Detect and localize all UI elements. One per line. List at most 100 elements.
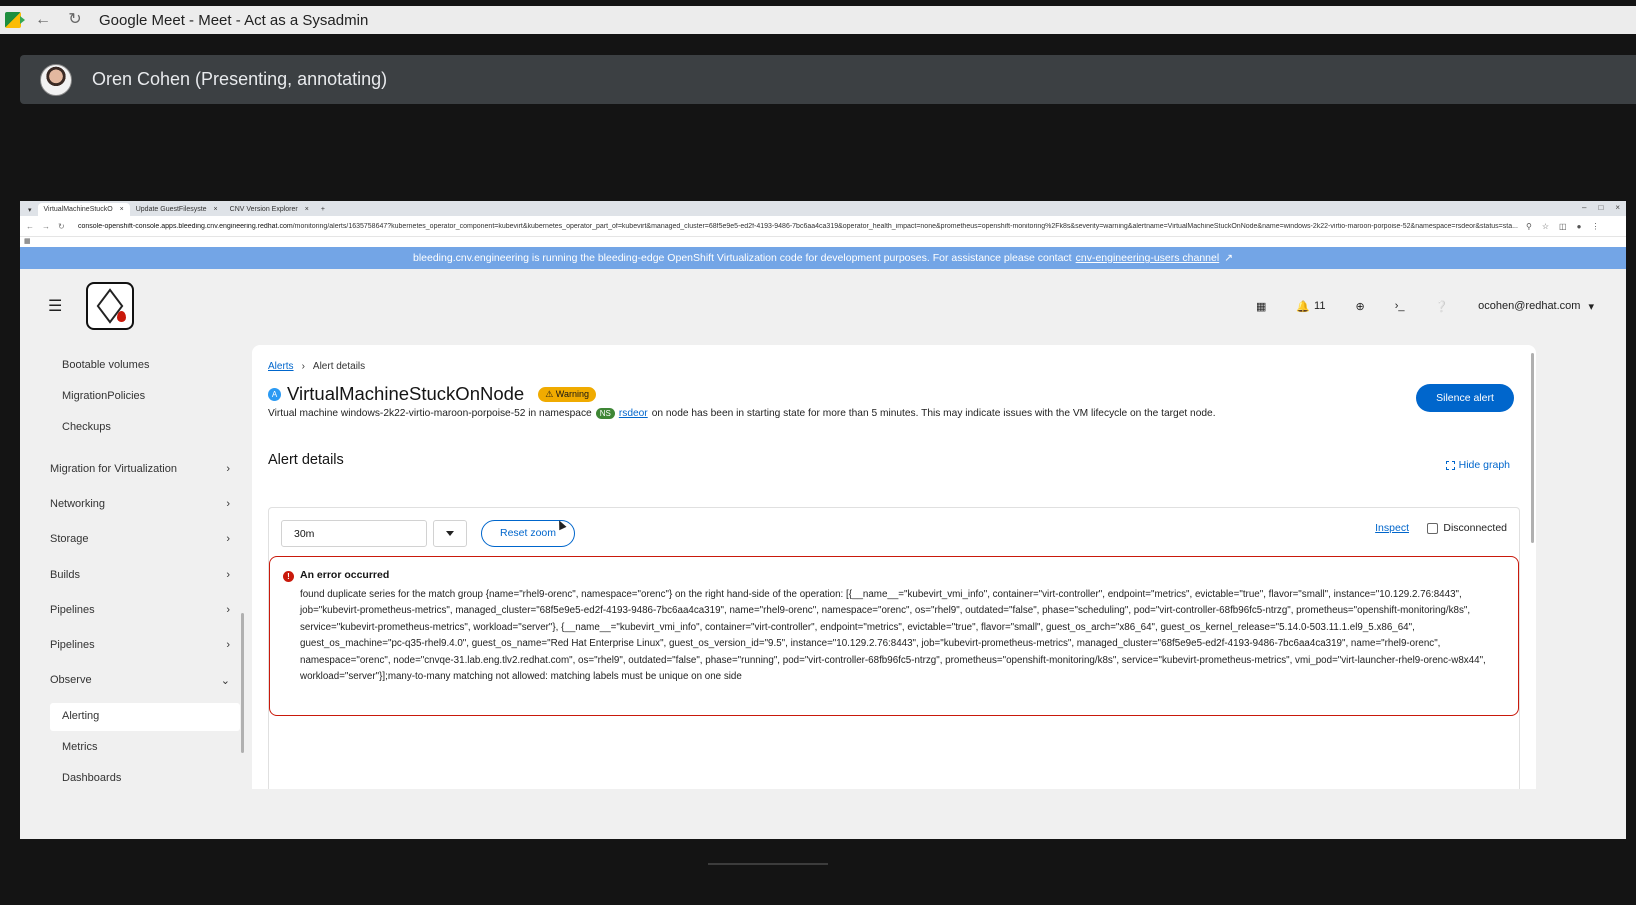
google-meet-logo-icon xyxy=(5,12,25,28)
chevron-right-icon: › xyxy=(301,361,305,372)
chevron-right-icon: › xyxy=(226,639,230,651)
namespace-link[interactable]: rsdeor xyxy=(619,408,648,419)
minimize-icon[interactable]: – xyxy=(1582,203,1586,212)
inspect-link[interactable]: Inspect xyxy=(1375,522,1409,534)
maximize-icon[interactable]: □ xyxy=(1598,203,1603,212)
bottom-indicator xyxy=(708,863,828,865)
reload-icon[interactable]: ↻ xyxy=(58,222,68,231)
sidebar-group-networking[interactable]: Networking › xyxy=(50,498,230,510)
tab-label: VirtualMachineStuckO xyxy=(43,206,113,213)
chevron-down-icon: ⌄ xyxy=(220,675,230,687)
app-logo[interactable] xyxy=(86,282,135,330)
sidebar-item-metrics[interactable]: Metrics xyxy=(62,741,97,753)
desc-text: on node has been in starting state for m… xyxy=(651,408,1216,419)
group-label: Storage xyxy=(50,533,89,545)
breadcrumb-alerts-link[interactable]: Alerts xyxy=(268,361,294,372)
tab-dropdown-icon[interactable]: ▾ xyxy=(22,203,38,216)
caret-down-icon: ▾ xyxy=(1588,300,1594,313)
notification-count: 11 xyxy=(1314,300,1326,312)
back-arrow-icon[interactable]: ← xyxy=(33,10,53,30)
close-icon[interactable]: × xyxy=(214,206,218,213)
sidebar-group-pipelines[interactable]: Pipelines › xyxy=(50,639,230,651)
time-span-input[interactable]: 30m xyxy=(281,520,427,547)
bookmark-star-icon[interactable]: ☆ xyxy=(1542,222,1549,231)
presenter-bar: Oren Cohen (Presenting, annotating) xyxy=(20,55,1636,104)
content-scrollbar[interactable] xyxy=(1531,353,1534,543)
external-link-icon: ↗ xyxy=(1224,252,1234,264)
browser-tab[interactable]: CNV Version Explorer × xyxy=(224,203,315,216)
extensions-icon[interactable]: ◫ xyxy=(1559,222,1567,231)
window-controls: – □ × xyxy=(1582,203,1620,212)
notifications-button[interactable]: 🔔 11 xyxy=(1296,300,1325,313)
alert-details-page: Alerts › Alert details A VirtualMachineS… xyxy=(252,345,1536,789)
browser-tab[interactable]: VirtualMachineStuckO × xyxy=(37,203,130,216)
terminal-icon[interactable]: ›_ xyxy=(1395,300,1405,312)
apps-icon[interactable]: ▦ xyxy=(24,238,31,245)
help-icon[interactable]: ❔ xyxy=(1434,300,1448,313)
graph-panel: 30m Reset zoom Inspect Disconnected ! An… xyxy=(268,507,1520,789)
sidebar-item-migration-policies[interactable]: MigrationPolicies xyxy=(62,390,145,402)
sidebar-item-bootable-volumes[interactable]: Bootable volumes xyxy=(62,359,149,371)
sidebar-group-builds[interactable]: Builds › xyxy=(50,569,230,581)
page-title: A VirtualMachineStuckOnNode ⚠ Warning xyxy=(268,383,596,405)
reload-icon[interactable]: ↻ xyxy=(65,10,85,30)
close-window-icon[interactable]: × xyxy=(1615,203,1620,212)
back-icon[interactable]: ← xyxy=(26,222,36,231)
checkbox-icon[interactable] xyxy=(1427,522,1439,534)
shared-screen: ▾ VirtualMachineStuckO × Update GuestFile… xyxy=(20,201,1626,839)
close-icon[interactable]: × xyxy=(305,206,309,213)
bell-icon: 🔔 xyxy=(1296,300,1311,313)
banner-text: bleeding.cnv.engineering is running the … xyxy=(412,252,1072,264)
presenter-avatar xyxy=(40,63,72,96)
chevron-right-icon: › xyxy=(226,533,230,545)
browser-tab[interactable]: Update GuestFilesyste × xyxy=(130,203,224,216)
presenter-name: Oren Cohen (Presenting, annotating) xyxy=(92,69,388,89)
drop-icon xyxy=(117,311,127,322)
forward-icon[interactable]: → xyxy=(42,222,52,231)
hide-graph-button[interactable]: Hide graph xyxy=(1445,459,1510,471)
close-icon[interactable]: × xyxy=(120,206,124,213)
url-host: console-openshift-console.apps.bleeding.… xyxy=(78,222,293,230)
breadcrumb-current: Alert details xyxy=(312,361,366,372)
zoom-icon[interactable]: ⚲ xyxy=(1526,222,1532,231)
group-label: Builds xyxy=(50,569,80,581)
chevron-right-icon: › xyxy=(226,604,230,616)
alert-resource-badge: A xyxy=(268,387,281,401)
profile-icon[interactable]: ● xyxy=(1577,222,1582,231)
masthead: ☰ ▦ 🔔 11 ⊕ ›_ ❔ ocohen@redhat.com ▾ xyxy=(20,269,1626,343)
new-tab-icon[interactable]: + xyxy=(315,203,331,216)
disconnected-label: Disconnected xyxy=(1443,522,1507,534)
desc-text: Virtual machine windows-2k22-virtio-maro… xyxy=(268,408,592,419)
menu-icon[interactable]: ⋮ xyxy=(1591,222,1599,231)
tab-label: Update GuestFilesyste xyxy=(135,206,207,213)
severity-label: Warning xyxy=(555,388,589,399)
chevron-right-icon: › xyxy=(226,498,230,510)
user-menu[interactable]: ocohen@redhat.com ▾ xyxy=(1478,300,1594,313)
content-area: Alerts › Alert details A VirtualMachineS… xyxy=(248,343,1626,839)
error-alert: ! An error occurred found duplicate seri… xyxy=(269,556,1519,716)
url-field[interactable]: console-openshift-console.apps.bleeding.… xyxy=(78,223,1518,230)
hamburger-menu-icon[interactable]: ☰ xyxy=(48,296,62,316)
time-span-dropdown[interactable] xyxy=(433,520,467,547)
sidebar-item-checkups[interactable]: Checkups xyxy=(62,421,111,433)
sidebar-scrollbar[interactable] xyxy=(241,613,244,753)
url-path: /monitoring/alerts/1635758647?kubernetes… xyxy=(292,222,1518,230)
sidebar-group-migration[interactable]: Migration for Virtualization › xyxy=(50,463,230,475)
error-message: found duplicate series for the match gro… xyxy=(300,589,1486,683)
silence-alert-button[interactable]: Silence alert xyxy=(1416,384,1514,412)
app-grid-icon[interactable]: ▦ xyxy=(1256,300,1266,313)
add-icon[interactable]: ⊕ xyxy=(1355,300,1364,313)
namespace-badge: NS xyxy=(595,408,615,419)
sidebar-group-storage[interactable]: Storage › xyxy=(50,533,230,545)
window-title: Google Meet - Meet - Act as a Sysadmin xyxy=(99,11,369,29)
group-label: Pipelines xyxy=(50,639,95,651)
sidebar-group-observe[interactable]: Observe ⌄ xyxy=(50,674,230,687)
disconnected-checkbox[interactable]: Disconnected xyxy=(1427,522,1507,534)
compress-icon xyxy=(1445,460,1455,470)
sidebar-item-dashboards[interactable]: Dashboards xyxy=(62,772,121,784)
banner-link[interactable]: cnv-engineering-users channel xyxy=(1076,252,1220,264)
sidebar-group-pipelines[interactable]: Pipelines › xyxy=(50,604,230,616)
alert-description: Virtual machine windows-2k22-virtio-maro… xyxy=(268,408,1216,419)
sidebar-item-alerting[interactable]: Alerting xyxy=(62,710,99,722)
breadcrumb: Alerts › Alert details xyxy=(268,361,365,372)
